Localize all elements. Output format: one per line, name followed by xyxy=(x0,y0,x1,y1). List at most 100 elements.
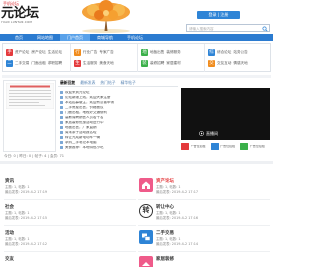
bullet-icon xyxy=(60,131,63,134)
forum-last-post[interactable]: 最后发表: 2019-4-2 17:14 xyxy=(156,242,198,246)
forum-last-post[interactable]: 最后发表: 2019-4-2 17:19 xyxy=(5,190,47,194)
quick-links-row: 装 装修招聘 家居建材 xyxy=(141,60,183,67)
forum-last-post[interactable]: 最后发表: 2019-4-2 17:12 xyxy=(5,242,47,246)
forum-stats: 主题: 1, 帖数: 1 xyxy=(5,237,30,241)
post-title[interactable]: 地板出售，厂家直销 xyxy=(65,126,97,130)
tab-latest-replies[interactable]: 最新回复 xyxy=(60,81,75,85)
forum-title[interactable]: 二手交易 xyxy=(156,231,174,237)
forum-item[interactable]: 社会 主题: 1, 帖数: 1 最后发表: 2019-4-2 17:15 xyxy=(4,202,136,226)
quick-link[interactable]: 美食天地 xyxy=(99,61,113,66)
quick-links-column: 行 行业广告 专家广告 生 生活服务 美食天地 xyxy=(70,44,137,72)
forum-title[interactable]: 资讯 xyxy=(5,179,14,185)
quick-link[interactable]: 生活论坛 xyxy=(48,50,62,55)
quick-links-row: 交 交友互动 情感天地 xyxy=(208,60,250,67)
forum-last-post[interactable]: 最后发表: 2019-4-2 17:16 xyxy=(156,216,198,220)
search-icon[interactable] xyxy=(262,25,268,32)
ad-image xyxy=(210,143,219,150)
post-title[interactable]: 美食推荐：本地特色小吃 xyxy=(65,146,104,150)
quick-links-row: 二 二手交易 门面出租 求职招聘 xyxy=(6,60,64,67)
search-bar xyxy=(186,24,270,32)
forum-title[interactable]: 家居装修 xyxy=(156,257,174,263)
site-logo[interactable]: 元论坛 YUAN LUNTAN.COM xyxy=(1,7,49,29)
nav-item-sitemap[interactable]: 网站地图 xyxy=(30,34,60,41)
tab-hot-posts[interactable]: 热门帖子 xyxy=(100,81,115,85)
quick-link[interactable]: 交友互动 xyxy=(217,61,231,66)
ad-slot[interactable]: 广告位招租 xyxy=(181,142,211,151)
post-title[interactable]: 二手房屋出售，价格面议 xyxy=(65,106,104,110)
quick-link[interactable]: 装修招聘 xyxy=(150,61,164,66)
quick-link[interactable]: 求职招聘 xyxy=(48,61,62,66)
quick-link[interactable]: 行业广告 xyxy=(83,50,97,55)
forum-title[interactable]: 转让中心 xyxy=(156,205,174,211)
category-badge-icon: 行 xyxy=(74,49,81,56)
forum-last-post[interactable]: 最后发表: 2019-4-2 17:15 xyxy=(5,216,47,220)
login-register-button[interactable]: 登录 | 注册 xyxy=(197,11,240,19)
quick-link[interactable]: 情感天地 xyxy=(233,61,247,66)
category-badge-icon: 交 xyxy=(208,60,215,67)
nav-item-mobile[interactable]: 手机论坛 xyxy=(120,34,150,41)
cards-icon[interactable] xyxy=(139,230,153,244)
post-title[interactable]: 高薪诚聘销售人员若干名 xyxy=(65,116,104,120)
quick-link[interactable]: 门面出租 xyxy=(31,61,45,66)
main-nav: 首页 网站地图 门户首页 商城导航 手机论坛 xyxy=(0,34,273,41)
ad-slot[interactable]: 广告位招租 xyxy=(210,142,241,151)
live-video-player[interactable]: 直播间 xyxy=(181,88,270,140)
category-badge-icon: 综 xyxy=(208,49,215,56)
bullet-icon xyxy=(60,101,63,104)
ad-slot[interactable]: 广告位招租 xyxy=(240,142,270,151)
post-title[interactable]: 论坛新版上线，欢迎大家注册 xyxy=(65,96,111,100)
post-title[interactable]: 家居装修优惠活动进行中 xyxy=(65,121,104,125)
forum-last-post[interactable]: 最后发表: 2019-4-2 17:17 xyxy=(156,190,198,194)
video-caption: 直播间 xyxy=(199,131,218,136)
forum-item[interactable]: 二手交易 主题: 1, 帖数: 1 最后发表: 2019-4-2 17:14 xyxy=(138,228,270,252)
nav-item-home[interactable]: 首页 xyxy=(8,34,30,41)
quick-link[interactable]: 家居建材 xyxy=(166,61,180,66)
forum-stats: 主题: 1, 帖数: 1 xyxy=(156,237,181,241)
list-item[interactable]: 美食推荐：本地特色小吃 xyxy=(58,145,178,150)
bullet-icon xyxy=(60,126,63,129)
quick-link[interactable]: 二手交易 xyxy=(15,61,29,66)
home-decor-icon[interactable] xyxy=(139,256,153,267)
transfer-icon[interactable]: 转 xyxy=(139,204,153,218)
quick-link[interactable]: 资产论坛 xyxy=(15,50,29,55)
category-badge-icon: 装 xyxy=(141,60,148,67)
featured-slideshow[interactable] xyxy=(3,80,56,152)
forum-title[interactable]: 社会 xyxy=(5,205,14,211)
post-title[interactable]: 欢迎来到元论坛 xyxy=(65,91,90,95)
forum-item[interactable]: 家居装修 xyxy=(138,254,270,267)
post-title[interactable]: 求购二手笔记本电脑 xyxy=(65,141,97,145)
search-input[interactable] xyxy=(188,25,260,32)
category-badge-icon: 二 xyxy=(6,60,13,67)
forum-item[interactable]: 转 转让中心 主题: 1, 帖数: 1 最后发表: 2019-4-2 17:16 xyxy=(138,202,270,226)
quick-link[interactable]: 装修服务 xyxy=(166,50,180,55)
post-title[interactable]: 转让九成新电动车一辆 xyxy=(65,136,100,140)
post-title[interactable]: 本站招募版主，欢迎有意者申请 xyxy=(65,101,114,105)
forum-item[interactable]: 资讯 主题: 1, 帖数: 1 最后发表: 2019-4-2 17:19 xyxy=(4,176,136,200)
forum-title[interactable]: 活动 xyxy=(5,231,14,237)
bullet-icon xyxy=(60,91,63,94)
tree-banner-image xyxy=(82,0,130,33)
nav-item-mall[interactable]: 商城导航 xyxy=(90,34,120,41)
play-icon[interactable] xyxy=(199,131,204,136)
media-panel: 直播间 广告位招租 广告位招租 广告位招租 xyxy=(180,80,271,152)
tab-featured-posts[interactable]: 精华帖子 xyxy=(121,81,136,85)
nav-item-portal[interactable]: 门户首页 xyxy=(60,34,90,41)
forum-title[interactable]: 交友 xyxy=(5,257,14,263)
house-icon[interactable] xyxy=(139,178,153,192)
tab-latest-posts[interactable]: 最新发表 xyxy=(80,81,95,85)
quick-links-row: 综 综合论坛 站务公告 xyxy=(208,49,250,56)
featured-image[interactable] xyxy=(6,83,54,109)
forum-item[interactable]: 交友 xyxy=(4,254,136,267)
quick-link[interactable]: 地板出售 xyxy=(150,50,164,55)
post-title[interactable]: 门面出租，地段好交通便利 xyxy=(65,111,107,115)
bullet-icon xyxy=(60,106,63,109)
quick-link[interactable]: 专家广告 xyxy=(99,50,113,55)
post-title[interactable]: 周末亲子活动报名啦 xyxy=(65,131,97,135)
quick-link[interactable]: 综合论坛 xyxy=(217,50,231,55)
forum-item[interactable]: 活动 主题: 1, 帖数: 1 最后发表: 2019-4-2 17:12 xyxy=(4,228,136,252)
forum-item[interactable]: 资产论坛 主题: 1, 帖数: 1 最后发表: 2019-4-2 17:17 xyxy=(138,176,270,200)
forum-title[interactable]: 资产论坛 xyxy=(156,179,174,185)
quick-link[interactable]: 生活服务 xyxy=(83,61,97,66)
quick-link[interactable]: 房产论坛 xyxy=(31,50,45,55)
quick-link[interactable]: 站务公告 xyxy=(233,50,247,55)
